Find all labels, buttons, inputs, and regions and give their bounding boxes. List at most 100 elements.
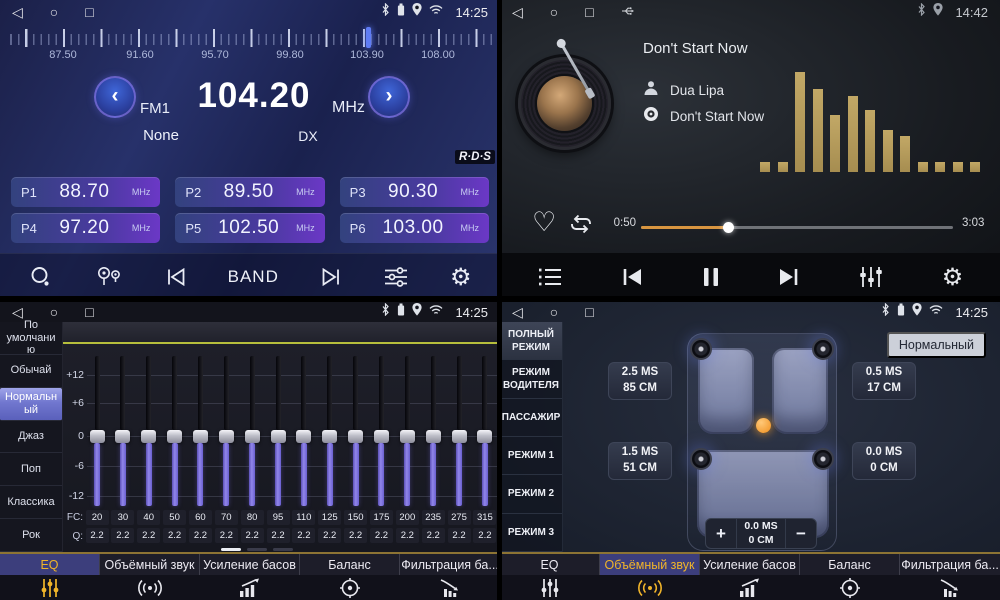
slider-knob[interactable] bbox=[322, 430, 337, 443]
eq-band-slider[interactable] bbox=[322, 356, 338, 506]
slider-knob[interactable] bbox=[141, 430, 156, 443]
seek-down-button[interactable]: ‹ bbox=[94, 76, 136, 118]
home-icon[interactable]: ○ bbox=[50, 305, 58, 319]
surround-mode-item[interactable]: РЕЖИМ 2 bbox=[500, 475, 562, 513]
tab-surround[interactable]: Объёмный звук bbox=[600, 554, 700, 600]
slider-knob[interactable] bbox=[477, 430, 492, 443]
home-icon[interactable]: ○ bbox=[550, 5, 558, 19]
recents-icon[interactable]: □ bbox=[85, 305, 93, 319]
repeat-icon[interactable] bbox=[567, 213, 595, 238]
back-icon[interactable]: ◁ bbox=[512, 5, 523, 19]
eq-band-slider[interactable] bbox=[477, 356, 493, 506]
eq-band-slider[interactable] bbox=[425, 356, 441, 506]
radio-preset-button[interactable]: P289.50MHz bbox=[175, 177, 324, 207]
eq-band-slider[interactable] bbox=[141, 356, 157, 506]
audio-settings-icon[interactable] bbox=[381, 264, 411, 290]
radio-preset-button[interactable]: P5102.50MHz bbox=[175, 213, 324, 243]
seek-up-button[interactable]: › bbox=[368, 76, 410, 118]
eq-preset-item[interactable]: Рок bbox=[0, 519, 62, 552]
eq-band-slider[interactable] bbox=[192, 356, 208, 506]
slider-knob[interactable] bbox=[452, 430, 467, 443]
recents-icon[interactable]: □ bbox=[585, 5, 593, 19]
eq-band-slider[interactable] bbox=[348, 356, 364, 506]
band-button[interactable]: BAND bbox=[226, 265, 281, 289]
surround-mode-item[interactable]: РЕЖИМ 1 bbox=[500, 437, 562, 475]
delay-decrease-button[interactable]: − bbox=[786, 519, 816, 548]
front-right-delay-button[interactable]: 0.5 MS17 CM bbox=[852, 362, 916, 400]
rear-right-delay-button[interactable]: 0.0 MS0 CM bbox=[852, 442, 916, 480]
back-icon[interactable]: ◁ bbox=[512, 305, 523, 319]
dx-mode-label[interactable]: DX bbox=[286, 128, 330, 144]
tab-eq[interactable]: EQ bbox=[500, 554, 600, 600]
eq-band-slider[interactable] bbox=[167, 356, 183, 506]
eq-band-slider[interactable] bbox=[89, 356, 105, 506]
rear-left-delay-button[interactable]: 1.5 MS51 CM bbox=[608, 442, 672, 480]
slider-knob[interactable] bbox=[374, 430, 389, 443]
delay-increase-button[interactable]: + bbox=[706, 519, 736, 548]
progress-thumb[interactable] bbox=[723, 222, 734, 233]
back-icon[interactable]: ◁ bbox=[12, 305, 23, 319]
slider-knob[interactable] bbox=[167, 430, 182, 443]
slider-knob[interactable] bbox=[296, 430, 311, 443]
home-icon[interactable]: ○ bbox=[550, 305, 558, 319]
equalizer-icon[interactable] bbox=[856, 263, 886, 291]
tab-bass-boost[interactable]: Усиление басов bbox=[200, 554, 300, 600]
eq-band-slider[interactable] bbox=[270, 356, 286, 506]
settings-gear-icon[interactable]: ⚙ bbox=[448, 263, 474, 291]
previous-icon[interactable] bbox=[163, 266, 189, 288]
recents-icon[interactable]: □ bbox=[585, 305, 593, 319]
next-icon[interactable] bbox=[318, 266, 344, 288]
tab-surround[interactable]: Объёмный звук bbox=[100, 554, 200, 600]
slider-knob[interactable] bbox=[426, 430, 441, 443]
slider-knob[interactable] bbox=[219, 430, 234, 443]
eq-band-slider[interactable] bbox=[399, 356, 415, 506]
front-left-delay-button[interactable]: 2.5 MS85 CM bbox=[608, 362, 672, 400]
radio-preset-button[interactable]: P390.30MHz bbox=[340, 177, 489, 207]
home-icon[interactable]: ○ bbox=[50, 5, 58, 19]
search-icon[interactable] bbox=[27, 263, 55, 291]
slider-knob[interactable] bbox=[193, 430, 208, 443]
eq-preset-item[interactable]: Джаз bbox=[0, 421, 62, 454]
progress-bar[interactable] bbox=[641, 226, 953, 229]
tab-balance[interactable]: Баланс bbox=[800, 554, 900, 600]
tab-bass-boost[interactable]: Усиление басов bbox=[700, 554, 800, 600]
tab-crossover-filter[interactable]: Фильтрация ба... bbox=[400, 554, 500, 600]
sound-profile-badge[interactable]: Нормальный bbox=[887, 332, 986, 358]
eq-band-slider[interactable] bbox=[373, 356, 389, 506]
eq-preset-item[interactable]: Обычай bbox=[0, 355, 62, 388]
eq-preset-item[interactable]: Поп bbox=[0, 453, 62, 486]
surround-mode-item[interactable]: ПАССАЖИР bbox=[500, 399, 562, 437]
next-track-icon[interactable] bbox=[775, 265, 803, 289]
eq-band-slider[interactable] bbox=[115, 356, 131, 506]
radio-preset-button[interactable]: P497.20MHz bbox=[11, 213, 160, 243]
settings-gear-icon[interactable]: ⚙ bbox=[940, 263, 966, 291]
recents-icon[interactable]: □ bbox=[85, 5, 93, 19]
broadcast-icon[interactable] bbox=[92, 263, 126, 291]
surround-mode-item[interactable]: РЕЖИМ ВОДИТЕЛЯ bbox=[500, 360, 562, 398]
slider-knob[interactable] bbox=[271, 430, 286, 443]
playlist-icon[interactable] bbox=[535, 265, 565, 289]
previous-track-icon[interactable] bbox=[618, 265, 646, 289]
tab-crossover-filter[interactable]: Фильтрация ба... bbox=[900, 554, 1000, 600]
eq-preset-item[interactable]: Классика bbox=[0, 486, 62, 519]
radio-preset-button[interactable]: P188.70MHz bbox=[11, 177, 160, 207]
slider-knob[interactable] bbox=[400, 430, 415, 443]
band-label[interactable]: FM1 bbox=[140, 100, 170, 117]
eq-band-slider[interactable] bbox=[218, 356, 234, 506]
tab-balance[interactable]: Баланс bbox=[300, 554, 400, 600]
radio-preset-button[interactable]: P6103.00MHz bbox=[340, 213, 489, 243]
frequency-scale[interactable]: 87.5091.6095.7099.80103.90108.00 bbox=[6, 27, 494, 63]
eq-band-slider[interactable] bbox=[296, 356, 312, 506]
eq-preset-item[interactable]: Нормальный bbox=[0, 388, 62, 421]
eq-band-slider[interactable] bbox=[244, 356, 260, 506]
pause-icon[interactable] bbox=[700, 264, 722, 290]
listener-position-dot[interactable] bbox=[756, 418, 771, 433]
tab-eq[interactable]: EQ bbox=[0, 554, 100, 600]
slider-knob[interactable] bbox=[90, 430, 105, 443]
surround-mode-item[interactable]: ПОЛНЫЙ РЕЖИМ bbox=[500, 322, 562, 360]
slider-knob[interactable] bbox=[245, 430, 260, 443]
slider-knob[interactable] bbox=[115, 430, 130, 443]
slider-knob[interactable] bbox=[348, 430, 363, 443]
favorite-heart-icon[interactable]: ♡ bbox=[526, 208, 562, 237]
eq-band-slider[interactable] bbox=[451, 356, 467, 506]
